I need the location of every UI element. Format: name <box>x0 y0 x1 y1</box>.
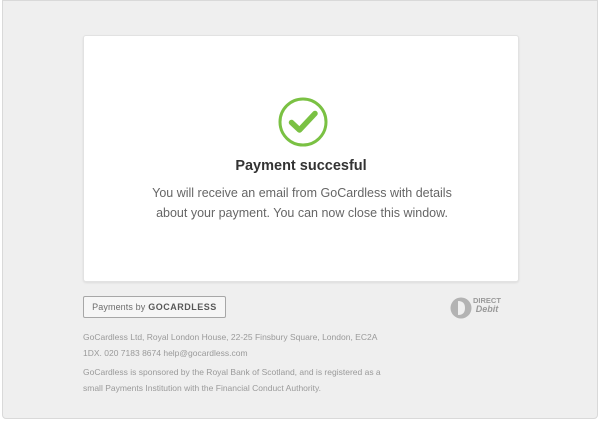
checkmark-circle-icon <box>278 97 328 147</box>
company-address: GoCardless Ltd, Royal London House, 22-2… <box>83 332 377 358</box>
direct-debit-text: DIRECT Debit <box>473 297 501 314</box>
direct-debit-line2: Debit <box>475 304 499 314</box>
payments-by-gocardless-badge[interactable]: Payments by GOCARDLESS <box>83 296 226 318</box>
confirmation-card: Payment succesful You will receive an em… <box>83 35 519 282</box>
gocardless-brand: GOCARDLESS <box>148 302 217 312</box>
confirmation-message: You will receive an email from GoCardles… <box>152 186 452 220</box>
direct-debit-mark-icon <box>450 297 472 319</box>
page-title: Payment succesful <box>235 158 367 174</box>
badge-prefix: Payments by <box>92 302 146 312</box>
payment-window: Payment succesful You will receive an em… <box>2 0 598 419</box>
direct-debit-logo: DIRECT Debit <box>449 295 521 321</box>
regulatory-notice: GoCardless is sponsored by the Royal Ban… <box>83 367 381 393</box>
